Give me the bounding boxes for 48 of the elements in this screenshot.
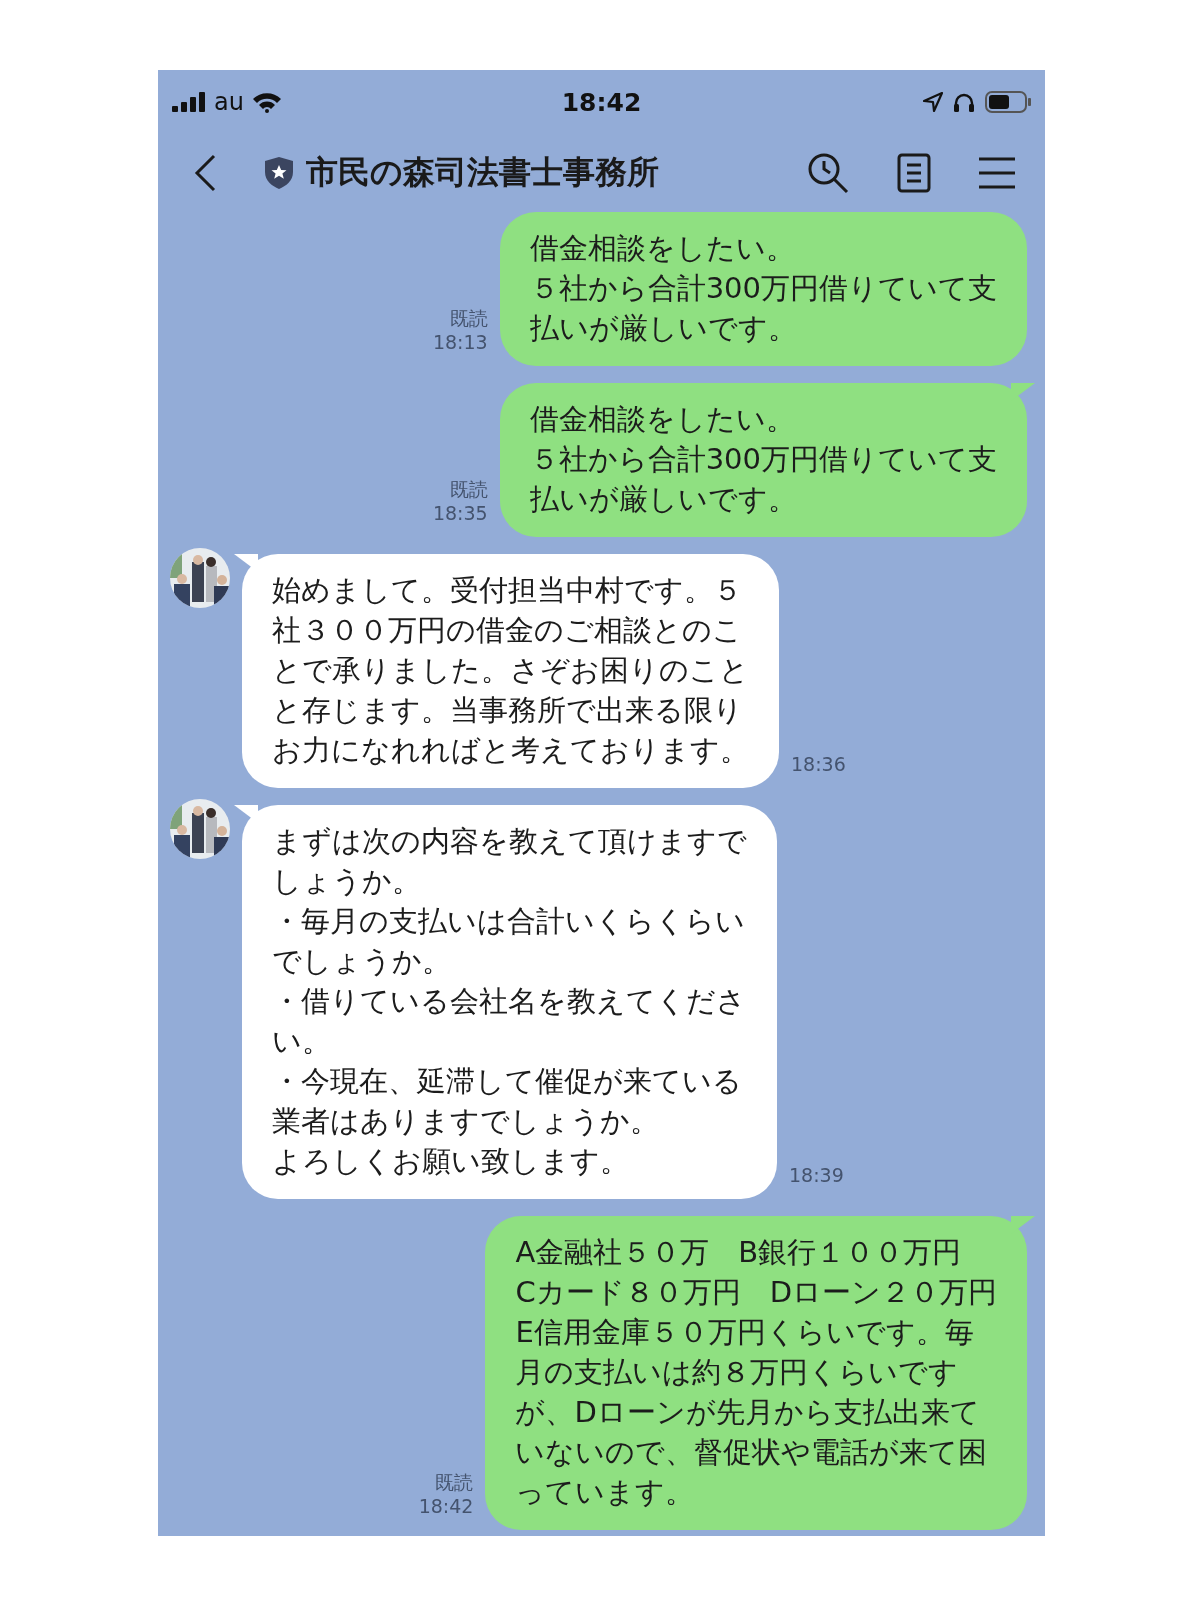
message-line: まずは次の内容を教えて頂けますで <box>272 823 747 860</box>
message-line: 払いが厳しいです。 <box>529 481 798 518</box>
carrier-name: au <box>214 88 244 116</box>
message-time: 18:13 <box>432 330 488 354</box>
signal-icon <box>172 92 206 112</box>
message-line: っています。 <box>515 1474 696 1511</box>
headphones-icon <box>953 92 975 112</box>
message-line: A金融社５０万 B銀行１００万円 <box>515 1234 963 1271</box>
message-time: 18:42 <box>418 1494 474 1518</box>
message-time: 18:36 <box>791 752 846 776</box>
message-line: とで承りました。さぞお困りのこと <box>272 652 749 689</box>
note-icon[interactable] <box>897 153 931 193</box>
message-line: い。 <box>272 1023 332 1060</box>
message-line: 借金相談をしたい。 <box>529 401 796 438</box>
message-line: 業者はありますでしょうか。 <box>272 1103 660 1140</box>
message-line: 借金相談をしたい。 <box>529 230 796 267</box>
message-line: ・今現在、延滞して催促が来ている <box>272 1063 743 1100</box>
message-line: と存じます。当事務所で出来る限り <box>272 692 744 729</box>
message-line: ５社から合計300万円借りていて支 <box>529 270 997 307</box>
message-line: 払いが厳しいです。 <box>529 310 798 347</box>
message-line: しょうか。 <box>272 863 422 900</box>
menu-icon[interactable] <box>979 157 1015 189</box>
status-time: 18:42 <box>560 87 643 117</box>
back-icon[interactable] <box>194 154 216 192</box>
read-receipt: 既読 <box>449 306 488 330</box>
message-line: いないので、督促状や電話が来て困 <box>515 1434 989 1471</box>
message-line: E信用金庫５０万円くらいです。毎 <box>515 1314 975 1351</box>
message-time: 18:39 <box>789 1163 844 1187</box>
chat-title: 市民の森司法書士事務所 <box>306 152 659 193</box>
message-line: お力になれればと考えております。 <box>272 732 749 769</box>
message-line: ５社から合計300万円借りていて支 <box>529 441 997 478</box>
battery-icon <box>985 91 1031 113</box>
wifi-icon <box>251 91 282 113</box>
location-arrow-icon <box>923 92 943 112</box>
message-line: 始めまして。受付担当中村です。５ <box>272 572 743 609</box>
message-line: ・毎月の支払いは合計いくらくらい <box>272 903 746 940</box>
message-line: ・借りている会社名を教えてくださ <box>272 983 747 1020</box>
read-receipt: 既読 <box>449 477 488 501</box>
read-receipt: 既読 <box>435 1470 474 1494</box>
shield-star-icon <box>264 156 294 190</box>
message-line: Cカード８０万円 Dローン２０万円 <box>515 1274 997 1311</box>
message-line: 社３００万円の借金のご相談とのこ <box>272 612 743 649</box>
message-line: よろしくお願い致します。 <box>272 1143 630 1180</box>
message-line: が、Dローンが先月から支払出来て <box>515 1394 981 1431</box>
message-line: 月の支払いは約８万円くらいです <box>515 1354 960 1391</box>
message-time: 18:35 <box>432 501 488 525</box>
search-icon[interactable] <box>807 152 849 194</box>
message-line: でしょうか。 <box>272 943 452 980</box>
